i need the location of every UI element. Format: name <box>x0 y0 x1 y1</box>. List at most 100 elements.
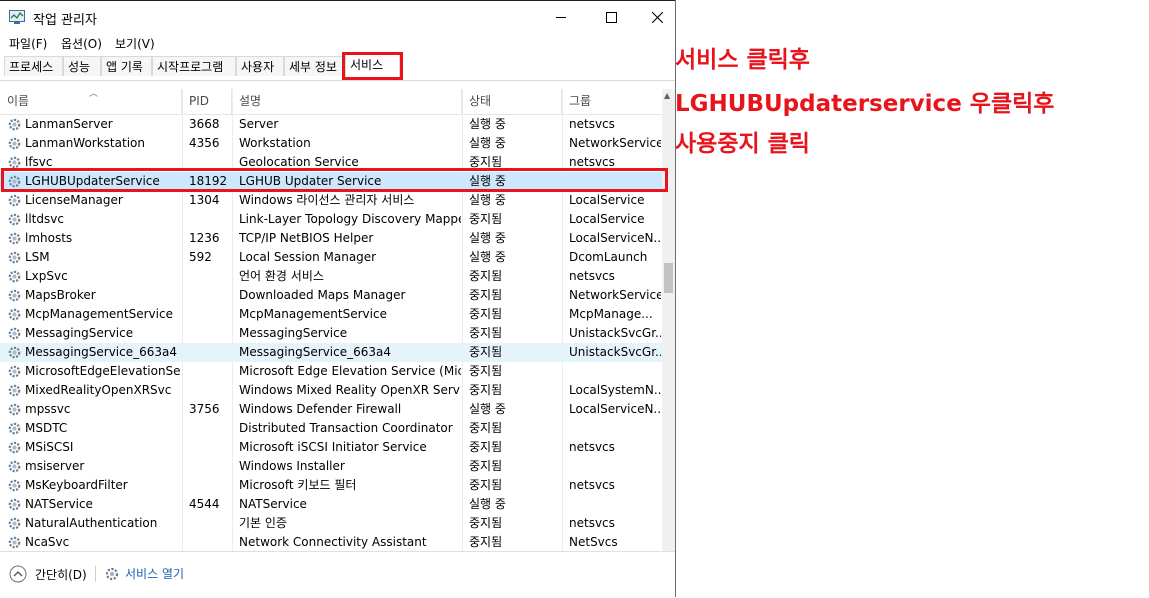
service-status: 중지됨 <box>469 345 503 359</box>
service-row[interactable]: msiserver Windows Installer 중지됨 <box>0 457 662 476</box>
service-name: MSiSCSI <box>25 440 74 454</box>
service-row[interactable]: MSDTC Distributed Transaction Coordinator… <box>0 419 662 438</box>
service-row[interactable]: MSiSCSI Microsoft iSCSI Initiator Service… <box>0 438 662 457</box>
service-group <box>569 362 661 381</box>
service-description: MessagingService <box>239 326 348 340</box>
service-pid <box>189 305 231 324</box>
service-row[interactable]: MessagingService_663a4 MessagingService_6… <box>0 343 662 362</box>
service-description: Microsoft 키보드 필터 <box>239 478 357 492</box>
service-name: mpssvc <box>25 402 71 416</box>
scrollbar-thumb[interactable] <box>664 263 673 293</box>
service-status: 실행 중 <box>469 250 506 264</box>
service-gear-icon <box>7 459 22 474</box>
service-row[interactable]: MsKeyboardFilter Microsoft 키보드 필터 중지됨 netsv… <box>0 476 662 495</box>
service-name: LxpSvc <box>25 269 68 283</box>
service-row[interactable]: mpssvc 3756 Windows Defender Firewall 실행 중 L… <box>0 400 662 419</box>
service-status: 중지됨 <box>469 288 503 302</box>
service-row[interactable]: lmhosts 1236 TCP/IP NetBIOS Helper 실행 중 Loca… <box>0 229 662 248</box>
service-gear-icon <box>7 383 22 398</box>
service-gear-icon <box>7 478 22 493</box>
column-header-status[interactable]: 상태 <box>462 89 562 114</box>
column-header-description[interactable]: 설명 <box>232 89 462 114</box>
service-row[interactable]: McpManagementService McpManagementService… <box>0 305 662 324</box>
menu-options[interactable]: 옵션(O) <box>61 35 102 52</box>
column-header-pid[interactable]: PID <box>182 89 232 114</box>
minimize-button[interactable] <box>538 2 584 32</box>
service-description: Microsoft iSCSI Initiator Service <box>239 440 427 454</box>
service-description: Local Session Manager <box>239 250 377 264</box>
service-pid <box>189 457 231 476</box>
service-description: Server <box>239 117 279 131</box>
service-pid <box>189 514 231 533</box>
chevron-up-circle-icon <box>9 565 27 583</box>
service-row[interactable]: MixedRealityOpenXRSvc Windows Mixed Reali… <box>0 381 662 400</box>
service-description: Workstation <box>239 136 311 150</box>
service-gear-icon <box>7 288 22 303</box>
service-name: MessagingService_663a4 <box>25 345 178 359</box>
open-services-label: 서비스 열기 <box>125 567 185 581</box>
service-row[interactable]: MapsBroker Downloaded Maps Manager 중지됨 Netw… <box>0 286 662 305</box>
column-header-group[interactable]: 그룹 <box>562 89 662 114</box>
service-gear-icon <box>7 117 22 132</box>
tab-app-history[interactable]: 앱 기록 <box>101 56 152 76</box>
service-status: 실행 중 <box>469 193 506 207</box>
fewer-details-label: 간단히(D) <box>35 567 87 582</box>
service-row[interactable]: MicrosoftEdgeElevationSer... Microsoft Ed… <box>0 362 662 381</box>
service-row[interactable]: lltdsvc Link-Layer Topology Discovery Map… <box>0 210 662 229</box>
annotation-step-3: 사용중지 클릭 <box>675 131 810 157</box>
service-status: 중지됨 <box>469 383 503 397</box>
title-bar[interactable]: 작업 관리자 <box>0 1 675 32</box>
service-gear-icon <box>7 269 22 284</box>
scroll-up-icon[interactable]: ▲ <box>664 91 670 100</box>
service-name: lltdsvc <box>25 212 64 226</box>
service-row[interactable]: NaturalAuthentication 기본 인증 중지됨 netsvcs <box>0 514 662 533</box>
service-pid: 3756 <box>189 402 220 416</box>
service-name: LicenseManager <box>25 193 123 207</box>
menu-file[interactable]: 파일(F) <box>9 35 47 52</box>
service-group <box>569 495 661 514</box>
service-status: 중지됨 <box>469 516 503 530</box>
maximize-icon <box>605 11 617 23</box>
service-row[interactable]: MessagingService MessagingService 중지됨 Unist… <box>0 324 662 343</box>
service-gear-icon <box>7 345 22 360</box>
service-description: Microsoft Edge Elevation Service (Micr..… <box>239 364 461 378</box>
tab-performance[interactable]: 성능 <box>63 56 101 76</box>
service-status: 중지됨 <box>469 269 503 283</box>
service-pid: 4544 <box>189 497 220 511</box>
tab-processes[interactable]: 프로세스 <box>4 56 63 76</box>
service-row[interactable]: LSM 592 Local Session Manager 실행 중 DcomLaunc… <box>0 248 662 267</box>
service-pid <box>189 286 231 305</box>
vertical-scrollbar[interactable]: ▲ <box>662 89 675 551</box>
service-description: MessagingService_663a4 <box>239 345 392 359</box>
service-row[interactable]: LanmanWorkstation 4356 Workstation 실행 중 Netw… <box>0 134 662 153</box>
fewer-details-button[interactable]: 간단히(D) <box>9 565 87 583</box>
service-row[interactable]: LanmanServer 3668 Server 실행 중 netsvcs <box>0 115 662 134</box>
service-gear-icon <box>7 250 22 265</box>
service-group: McpManage... <box>569 307 653 321</box>
service-gear-icon <box>7 231 22 246</box>
service-pid <box>189 381 231 400</box>
service-row[interactable]: LxpSvc 언어 환경 서비스 중지됨 netsvcs <box>0 267 662 286</box>
service-description: Network Connectivity Assistant <box>239 535 427 549</box>
tab-users[interactable]: 사용자 <box>236 56 284 76</box>
service-group: UnistackSvcGr... <box>569 326 661 340</box>
tab-details[interactable]: 세부 정보 <box>284 56 345 76</box>
tab-startup[interactable]: 시작프로그램 <box>152 56 236 76</box>
service-description: Windows Defender Firewall <box>239 402 402 416</box>
service-name: MsKeyboardFilter <box>25 478 128 492</box>
annotation-step-1: 서비스 클릭후 <box>675 47 810 73</box>
service-status: 중지됨 <box>469 326 503 340</box>
service-description: McpManagementService <box>239 307 387 321</box>
close-button[interactable] <box>634 2 680 32</box>
open-services-link[interactable]: 서비스 열기 <box>104 565 184 582</box>
service-gear-icon <box>7 136 22 151</box>
menu-view[interactable]: 보기(V) <box>115 35 155 52</box>
service-status: 중지됨 <box>469 364 503 378</box>
service-row[interactable]: NcaSvc Network Connectivity Assistant 중지됨 N… <box>0 533 662 551</box>
service-description: Distributed Transaction Coordinator <box>239 421 453 435</box>
service-row[interactable]: NATService 4544 NATService 실행 중 <box>0 495 662 514</box>
service-row[interactable]: LicenseManager 1304 Windows 라이선스 관리자 서비스 실행… <box>0 191 662 210</box>
service-gear-icon <box>7 307 22 322</box>
maximize-button[interactable] <box>588 2 634 32</box>
column-header-name[interactable]: 이름 <box>0 89 182 114</box>
